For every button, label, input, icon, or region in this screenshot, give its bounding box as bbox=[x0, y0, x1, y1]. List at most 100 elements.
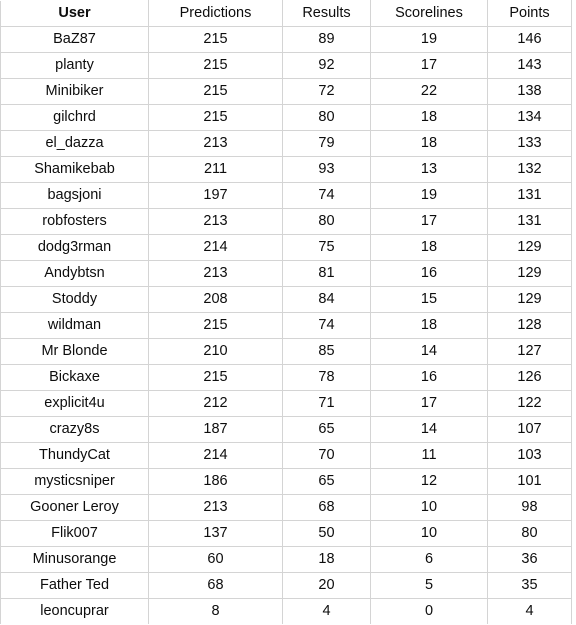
cell-predictions: 8 bbox=[148, 598, 283, 625]
cell-points: 103 bbox=[487, 442, 572, 469]
cell-results: 84 bbox=[282, 286, 371, 313]
cell-points: 107 bbox=[487, 416, 572, 443]
cell-results: 68 bbox=[282, 494, 371, 521]
cell-scorelines: 14 bbox=[370, 416, 488, 443]
cell-predictions: 215 bbox=[148, 26, 283, 53]
cell-scorelines: 14 bbox=[370, 338, 488, 365]
cell-scorelines: 17 bbox=[370, 208, 488, 235]
cell-results: 50 bbox=[282, 520, 371, 547]
table-row: Gooner Leroy 213 68 10 98 bbox=[0, 494, 572, 521]
cell-points: 80 bbox=[487, 520, 572, 547]
table-row: Stoddy 208 84 15 129 bbox=[0, 286, 572, 313]
cell-points: 138 bbox=[487, 78, 572, 105]
cell-points: 128 bbox=[487, 312, 572, 339]
cell-user: ThundyCat bbox=[0, 442, 149, 469]
table-row: Andybtsn 213 81 16 129 bbox=[0, 260, 572, 287]
cell-predictions: 211 bbox=[148, 156, 283, 183]
table-row: Shamikebab 211 93 13 132 bbox=[0, 156, 572, 183]
cell-scorelines: 18 bbox=[370, 312, 488, 339]
cell-user: Stoddy bbox=[0, 286, 149, 313]
cell-predictions: 68 bbox=[148, 572, 283, 599]
column-header-user[interactable]: User bbox=[0, 0, 149, 27]
cell-predictions: 213 bbox=[148, 494, 283, 521]
cell-user: el_dazza bbox=[0, 130, 149, 157]
cell-scorelines: 10 bbox=[370, 494, 488, 521]
cell-results: 89 bbox=[282, 26, 371, 53]
column-header-predictions[interactable]: Predictions bbox=[148, 0, 283, 27]
cell-results: 93 bbox=[282, 156, 371, 183]
header-row: User Predictions Results Scorelines Points bbox=[0, 0, 572, 27]
cell-predictions: 215 bbox=[148, 78, 283, 105]
cell-scorelines: 13 bbox=[370, 156, 488, 183]
cell-user: planty bbox=[0, 52, 149, 79]
cell-user: gilchrd bbox=[0, 104, 149, 131]
cell-user: Flik007 bbox=[0, 520, 149, 547]
table-row: dodg3rman 214 75 18 129 bbox=[0, 234, 572, 261]
cell-user: Minusorange bbox=[0, 546, 149, 573]
cell-results: 72 bbox=[282, 78, 371, 105]
cell-predictions: 186 bbox=[148, 468, 283, 495]
table-row: explicit4u 212 71 17 122 bbox=[0, 390, 572, 417]
table-row: leoncuprar 8 4 0 4 bbox=[0, 598, 572, 625]
cell-results: 65 bbox=[282, 468, 371, 495]
cell-points: 132 bbox=[487, 156, 572, 183]
cell-points: 129 bbox=[487, 260, 572, 287]
cell-results: 80 bbox=[282, 208, 371, 235]
cell-user: Mr Blonde bbox=[0, 338, 149, 365]
cell-points: 143 bbox=[487, 52, 572, 79]
table-row: el_dazza 213 79 18 133 bbox=[0, 130, 572, 157]
cell-scorelines: 18 bbox=[370, 104, 488, 131]
column-header-results[interactable]: Results bbox=[282, 0, 371, 27]
cell-scorelines: 18 bbox=[370, 130, 488, 157]
cell-predictions: 214 bbox=[148, 442, 283, 469]
cell-points: 127 bbox=[487, 338, 572, 365]
table-row: Minibiker 215 72 22 138 bbox=[0, 78, 572, 105]
table-row: BaZ87 215 89 19 146 bbox=[0, 26, 572, 53]
cell-results: 74 bbox=[282, 182, 371, 209]
table-row: wildman 215 74 18 128 bbox=[0, 312, 572, 339]
cell-user: wildman bbox=[0, 312, 149, 339]
table-header: User Predictions Results Scorelines Points bbox=[0, 0, 572, 27]
cell-scorelines: 12 bbox=[370, 468, 488, 495]
cell-points: 35 bbox=[487, 572, 572, 599]
column-header-scorelines[interactable]: Scorelines bbox=[370, 0, 488, 27]
cell-points: 101 bbox=[487, 468, 572, 495]
cell-user: Shamikebab bbox=[0, 156, 149, 183]
cell-predictions: 215 bbox=[148, 364, 283, 391]
cell-points: 126 bbox=[487, 364, 572, 391]
table-row: gilchrd 215 80 18 134 bbox=[0, 104, 572, 131]
leaderboard-table: User Predictions Results Scorelines Points B… bbox=[0, 0, 572, 625]
table-row: bagsjoni 197 74 19 131 bbox=[0, 182, 572, 209]
cell-scorelines: 22 bbox=[370, 78, 488, 105]
cell-points: 131 bbox=[487, 208, 572, 235]
cell-results: 79 bbox=[282, 130, 371, 157]
cell-user: robfosters bbox=[0, 208, 149, 235]
cell-scorelines: 16 bbox=[370, 364, 488, 391]
table-row: planty 215 92 17 143 bbox=[0, 52, 572, 79]
cell-scorelines: 11 bbox=[370, 442, 488, 469]
cell-predictions: 210 bbox=[148, 338, 283, 365]
cell-user: leoncuprar bbox=[0, 598, 149, 625]
table-row: mysticsniper 186 65 12 101 bbox=[0, 468, 572, 495]
cell-scorelines: 17 bbox=[370, 52, 488, 79]
table-row: robfosters 213 80 17 131 bbox=[0, 208, 572, 235]
table-row: Minusorange 60 18 6 36 bbox=[0, 546, 572, 573]
cell-results: 85 bbox=[282, 338, 371, 365]
cell-user: Father Ted bbox=[0, 572, 149, 599]
table-row: Father Ted 68 20 5 35 bbox=[0, 572, 572, 599]
cell-user: mysticsniper bbox=[0, 468, 149, 495]
cell-results: 70 bbox=[282, 442, 371, 469]
cell-scorelines: 16 bbox=[370, 260, 488, 287]
cell-points: 36 bbox=[487, 546, 572, 573]
cell-user: Bickaxe bbox=[0, 364, 149, 391]
column-header-points[interactable]: Points bbox=[487, 0, 572, 27]
cell-user: Minibiker bbox=[0, 78, 149, 105]
cell-predictions: 215 bbox=[148, 312, 283, 339]
cell-user: Gooner Leroy bbox=[0, 494, 149, 521]
cell-predictions: 213 bbox=[148, 260, 283, 287]
cell-predictions: 60 bbox=[148, 546, 283, 573]
cell-scorelines: 18 bbox=[370, 234, 488, 261]
cell-scorelines: 17 bbox=[370, 390, 488, 417]
cell-user: dodg3rman bbox=[0, 234, 149, 261]
cell-results: 20 bbox=[282, 572, 371, 599]
